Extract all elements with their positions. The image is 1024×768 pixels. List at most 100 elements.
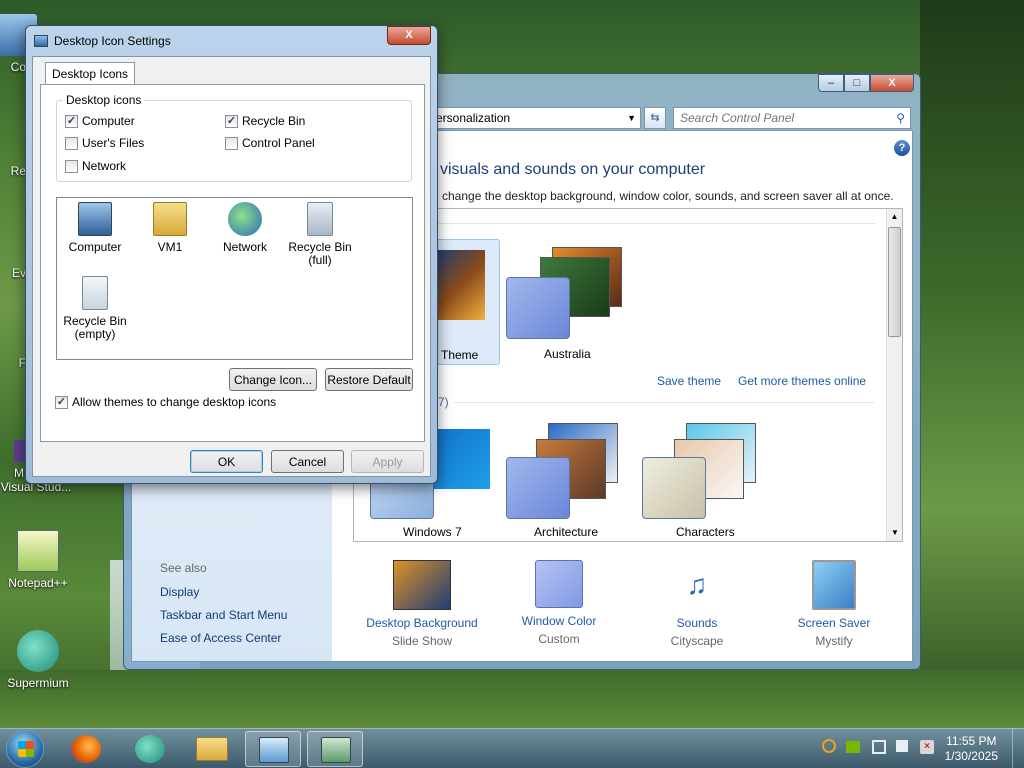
window-color-item[interactable]: Window Color Custom xyxy=(489,560,629,646)
see-also-display[interactable]: Display xyxy=(160,585,199,599)
list-item-recycle-bin-empty[interactable]: Recycle Bin (empty) xyxy=(57,276,133,341)
close-button[interactable]: X xyxy=(870,74,914,92)
theme-architecture[interactable]: Architecture xyxy=(504,423,634,541)
item-subtitle: Cityscape xyxy=(670,634,724,648)
checkbox-label: Control Panel xyxy=(242,136,315,150)
theme-characters[interactable]: Characters xyxy=(640,423,770,541)
scroll-up-icon[interactable]: ▲ xyxy=(887,209,902,225)
save-theme-link[interactable]: Save theme xyxy=(657,374,721,388)
item-subtitle: Slide Show xyxy=(391,634,453,648)
desktop-icon-label: Notepad++ xyxy=(8,576,68,590)
wallpaper-foliage xyxy=(920,0,1024,728)
screen-saver-item[interactable]: Screen Saver Mystify xyxy=(764,560,904,648)
checkbox-network[interactable]: Network xyxy=(65,159,126,173)
theme-label: Windows 7 xyxy=(403,525,462,539)
flag-icon[interactable] xyxy=(896,740,908,752)
page-heading: visuals and sounds on your computer xyxy=(440,161,706,178)
item-subtitle: Mystify xyxy=(815,634,853,648)
dialog-body: Desktop Icons Desktop icons ✓ Computer ✓… xyxy=(32,56,431,477)
taskbar-control-panel[interactable] xyxy=(245,731,301,767)
restore-default-button[interactable]: Restore Default xyxy=(325,368,413,391)
refresh-icon: ⇆ xyxy=(650,112,660,124)
address-text: ersonalization xyxy=(436,111,511,125)
desktop-background-icon xyxy=(393,560,451,610)
tab-desktop-icons[interactable]: Desktop Icons xyxy=(45,62,136,85)
scroll-down-icon[interactable]: ▼ xyxy=(887,525,902,541)
cancel-button[interactable]: Cancel xyxy=(271,450,344,473)
taskbar-supermium[interactable] xyxy=(122,731,178,767)
list-item-label-2: (empty) xyxy=(74,327,116,341)
theme-color-swatch xyxy=(506,457,570,519)
desktop-icon-notepadpp[interactable]: Notepad++ xyxy=(2,530,74,590)
dialog-close-button[interactable]: X xyxy=(387,26,431,45)
start-button[interactable] xyxy=(6,730,44,768)
refresh-button[interactable]: ⇆ xyxy=(644,107,666,129)
volume-muted-icon[interactable]: × xyxy=(920,740,934,754)
scrollbar-thumb[interactable] xyxy=(888,227,901,337)
apply-button[interactable]: Apply xyxy=(351,450,424,473)
theme-australia[interactable]: Australia xyxy=(504,239,634,365)
folder-icon xyxy=(196,737,228,761)
list-item-computer[interactable]: Computer xyxy=(57,202,133,254)
address-bar[interactable]: ersonalization ▼ xyxy=(429,107,641,129)
checkbox-recycle-bin[interactable]: ✓ Recycle Bin xyxy=(225,114,305,128)
theme-label: Characters xyxy=(676,525,735,539)
clock[interactable]: 11:55 PM 1/30/2025 xyxy=(945,734,998,764)
list-item-network[interactable]: Network xyxy=(207,202,283,254)
checkbox-computer[interactable]: ✓ Computer xyxy=(65,114,135,128)
section-divider xyxy=(436,223,876,224)
supermium-icon xyxy=(135,735,165,763)
network-icon[interactable] xyxy=(872,740,886,754)
theme-selected[interactable]: Theme xyxy=(428,239,500,365)
ok-button[interactable]: OK xyxy=(190,450,263,473)
clock-time: 11:55 PM xyxy=(946,734,997,748)
taskbar-desktop-icon-settings[interactable] xyxy=(307,731,363,767)
list-item-recycle-bin-full[interactable]: Recycle Bin (full) xyxy=(282,202,358,267)
group-title: Desktop icons xyxy=(63,93,145,107)
list-item-label: VM1 xyxy=(157,240,183,254)
checkmark-icon: ✓ xyxy=(225,114,238,128)
supermium-icon xyxy=(17,630,59,672)
section-divider xyxy=(454,402,874,403)
checkbox-allow-themes[interactable]: ✓ Allow themes to change desktop icons xyxy=(55,395,276,409)
desktop-icon-supermium[interactable]: Supermium xyxy=(2,630,74,690)
checkbox-users-files[interactable]: User's Files xyxy=(65,136,144,150)
see-also-taskbar[interactable]: Taskbar and Start Menu xyxy=(160,608,287,622)
dialog-icon xyxy=(34,35,48,47)
maximize-button[interactable]: □ xyxy=(844,74,870,92)
desktop-icon-label: Supermium xyxy=(7,676,69,690)
search-input[interactable] xyxy=(680,111,880,125)
theme-thumbnail xyxy=(435,250,485,320)
minimize-button[interactable]: – xyxy=(818,74,844,92)
help-icon[interactable]: ? xyxy=(894,140,910,156)
system-tray: × 11:55 PM 1/30/2025 xyxy=(804,729,1024,768)
search-icon[interactable] xyxy=(822,739,836,753)
item-title: Screen Saver xyxy=(797,616,871,630)
chevron-down-icon[interactable]: ▼ xyxy=(627,108,636,128)
scrollbar[interactable]: ▲ ▼ xyxy=(886,209,902,541)
checkbox-label: Computer xyxy=(82,114,135,128)
list-item-vm1[interactable]: VM1 xyxy=(132,202,208,254)
show-desktop-button[interactable] xyxy=(1012,729,1024,768)
computer-icon xyxy=(78,202,112,236)
taskbar-firefox[interactable] xyxy=(58,731,114,767)
control-panel-icon xyxy=(259,737,289,763)
search-icon[interactable]: ⚲ xyxy=(896,108,905,128)
list-item-label-2: (full) xyxy=(308,253,332,267)
taskbar-explorer[interactable] xyxy=(184,731,240,767)
sounds-item[interactable]: ♫ Sounds Cityscape xyxy=(627,560,767,648)
wallpaper-foliage-bottom xyxy=(0,670,1024,728)
desktop-background-item[interactable]: Desktop Background Slide Show xyxy=(352,560,492,648)
checkbox-box xyxy=(65,136,78,150)
item-title: Sounds xyxy=(676,616,718,630)
theme-label: Australia xyxy=(544,347,591,361)
windows-logo-icon xyxy=(18,741,34,757)
recycle-bin-full-icon xyxy=(307,202,333,236)
get-more-themes-link[interactable]: Get more themes online xyxy=(738,374,866,388)
see-also-ease-of-access[interactable]: Ease of Access Center xyxy=(160,631,281,645)
search-box[interactable]: ⚲ xyxy=(673,107,911,129)
change-icon-button[interactable]: Change Icon... xyxy=(229,368,317,391)
icon-list[interactable]: Computer VM1 Network Recycle Bin (full) xyxy=(56,197,413,360)
nvidia-icon[interactable] xyxy=(846,741,860,753)
checkbox-control-panel[interactable]: Control Panel xyxy=(225,136,315,150)
